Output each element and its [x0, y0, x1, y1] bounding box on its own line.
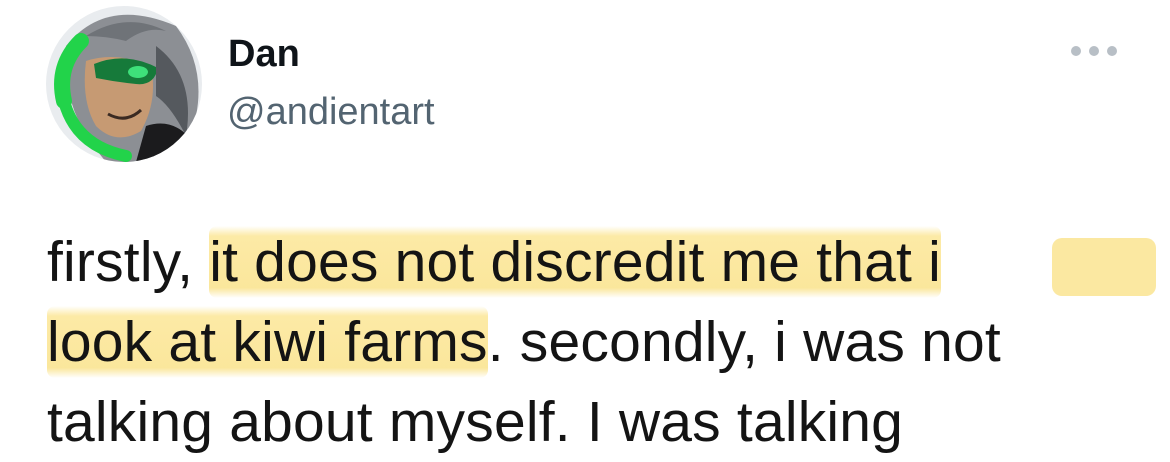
avatar-illustration-icon	[46, 6, 202, 162]
tweet-text-highlighted: look at kiwi farms	[47, 306, 488, 378]
tweet-line-1: firstly, it does not discredit me that i	[47, 222, 1157, 302]
more-options-button[interactable]	[1058, 36, 1130, 66]
tweet-body: firstly, it does not discredit me that i…	[47, 222, 1157, 462]
author-handle[interactable]: @andientart	[227, 88, 435, 136]
author-display-name[interactable]: Dan	[228, 30, 300, 78]
more-options-icon	[1071, 46, 1117, 56]
tweet-text-plain: firstly,	[47, 230, 210, 294]
author-avatar[interactable]	[46, 6, 202, 162]
tweet-line-3: talking about myself. I was talking	[47, 390, 904, 454]
tweet-card: Dan @andientart firstly, it does not dis…	[0, 0, 1170, 454]
tweet-text-highlighted: it does not discredit me that i	[209, 226, 941, 298]
tweet-text-plain: . secondly, i was not	[487, 310, 1001, 374]
tweet-line-2: look at kiwi farms. secondly, i was not	[47, 302, 1157, 382]
